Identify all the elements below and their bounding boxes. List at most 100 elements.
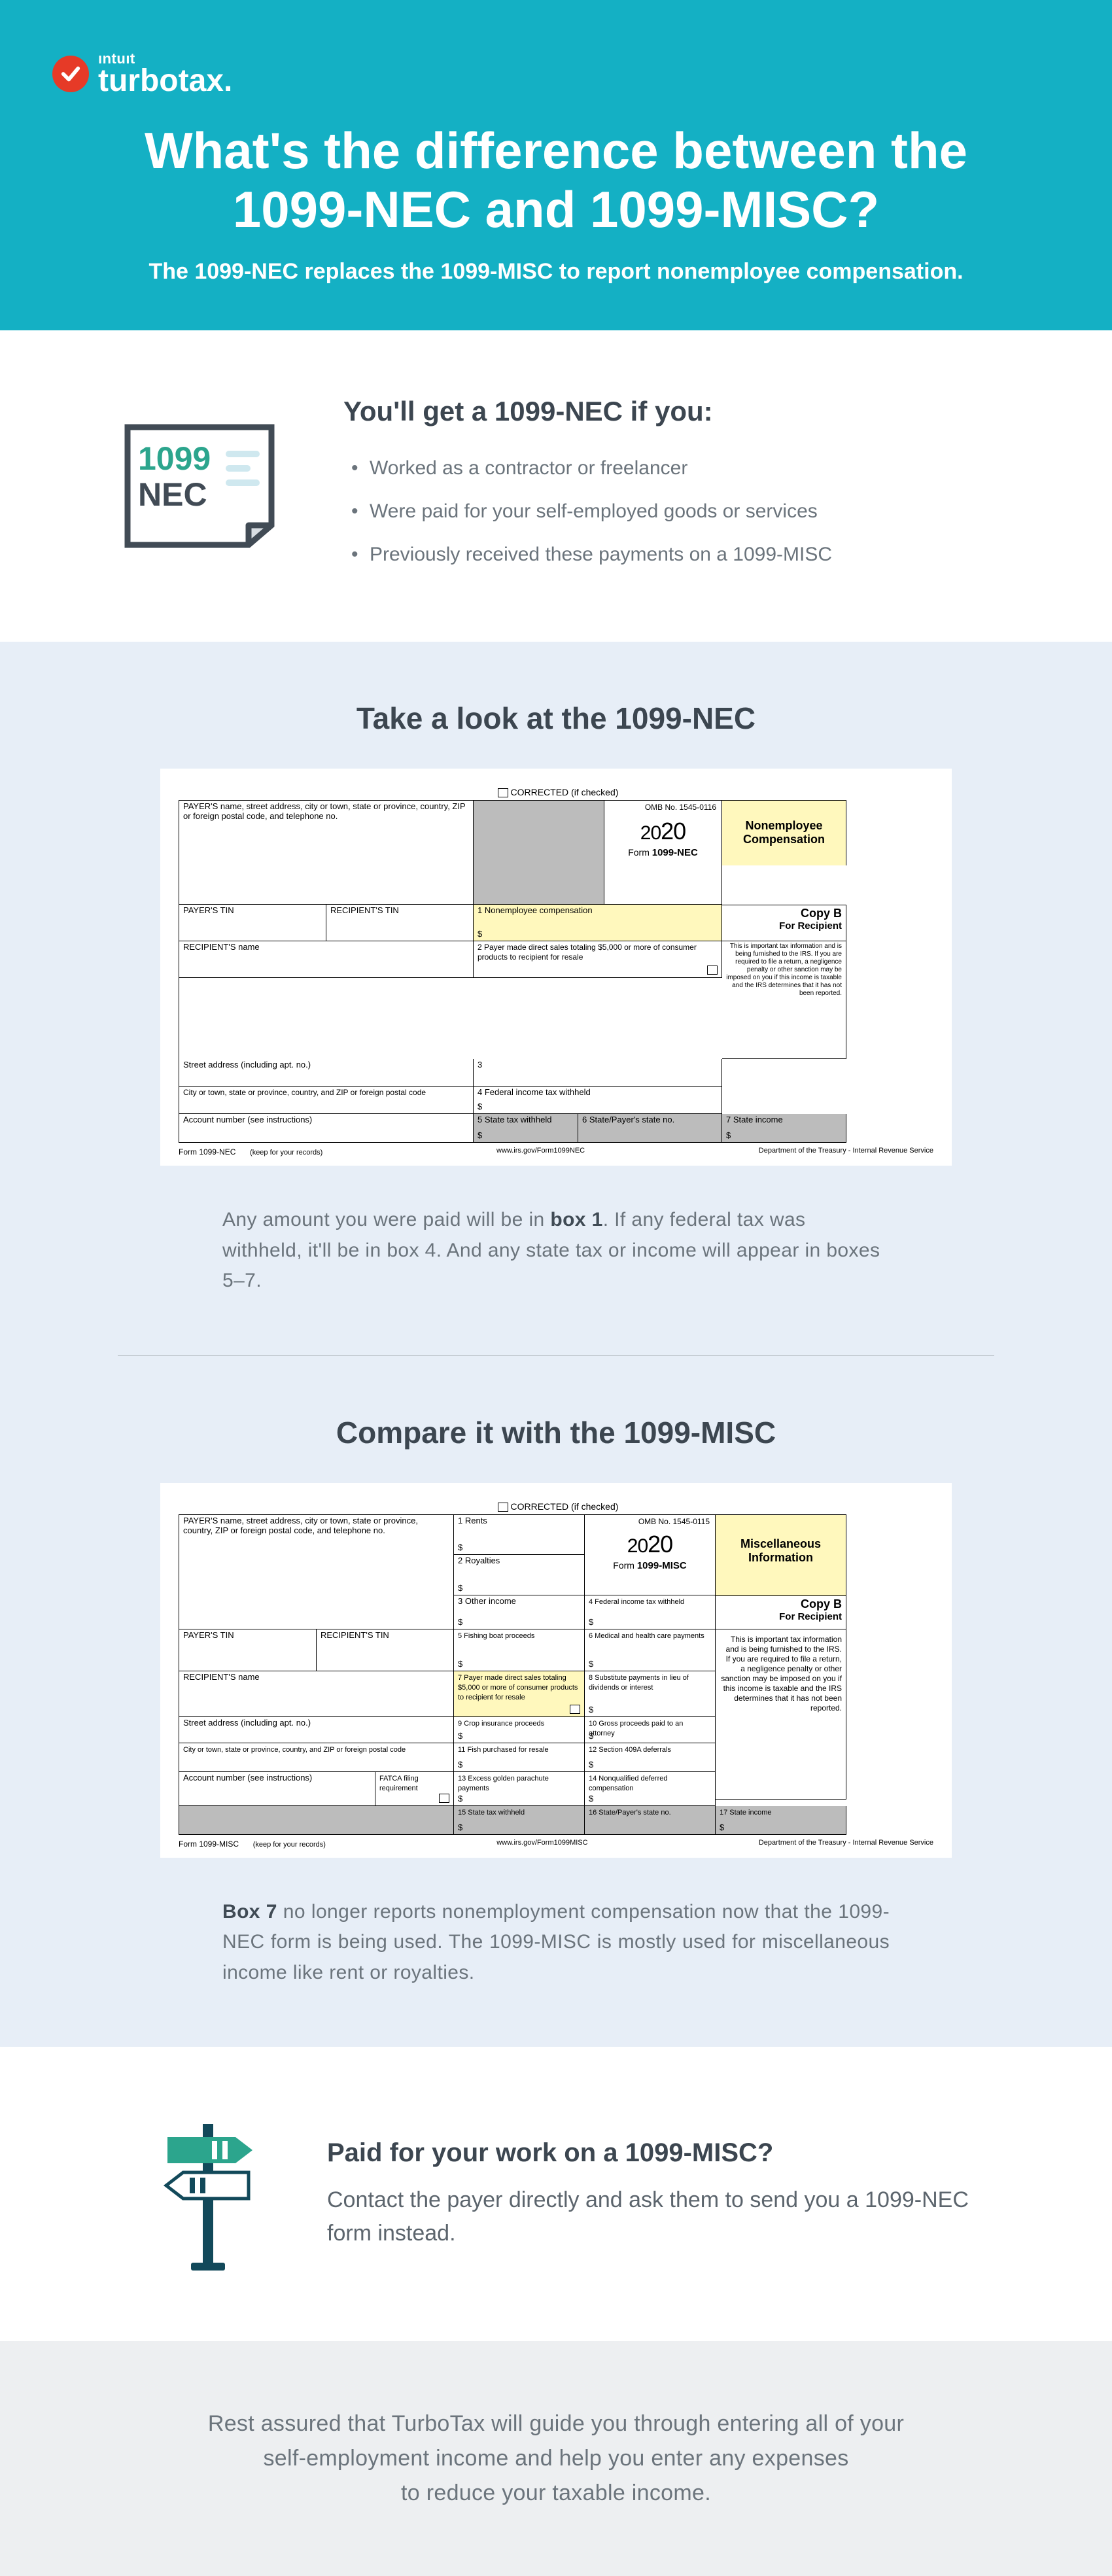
box8-label: 8 Substitute payments in lieu of dividen… [589, 1674, 689, 1692]
dollar: $ [478, 1102, 482, 1112]
footer-dept: Department of the Treasury - Internal Re… [759, 1839, 933, 1849]
box2-label: 2 Payer made direct sales totaling $5,00… [478, 943, 697, 962]
box-1: 1 Rents $ [454, 1514, 585, 1555]
payer-block-label: PAYER'S name, street address, city or to… [183, 1516, 418, 1535]
corrected-text: CORRECTED (if checked) [510, 1501, 618, 1512]
title-line-1: What's the difference between the [145, 122, 967, 179]
box6-label: 6 Medical and health care payments [589, 1632, 704, 1640]
box-16: 16 State/Payer's state no. [585, 1806, 716, 1835]
box4-label: 4 Federal income tax withheld [478, 1087, 591, 1097]
box3-label: 3 Other income [458, 1596, 516, 1606]
street-label: Street address (including apt. no.) [183, 1718, 311, 1728]
box-10: 10 Gross proceeds paid to an attorney$ [585, 1717, 716, 1743]
box-4: 4 Federal income tax withheld $ [585, 1595, 716, 1629]
dollar: $ [458, 1543, 462, 1553]
box2-label: 2 Royalties [458, 1556, 500, 1565]
box11-label: 11 Fish purchased for resale [458, 1746, 549, 1754]
payer-block-label: PAYER'S name, street address, city or to… [183, 801, 465, 821]
footer-url: www.irs.gov/Form1099NEC [496, 1147, 585, 1157]
logo-dot: . [224, 63, 232, 98]
page-subhead: The 1099-NEC replaces the 1099-MISC to r… [39, 259, 1073, 285]
year-b: 20 [648, 1531, 672, 1558]
dollar: $ [458, 1584, 462, 1593]
payer-block: PAYER'S name, street address, city or to… [179, 800, 474, 905]
cap-a: no longer reports nonemployment compensa… [222, 1901, 890, 1983]
payer-block: PAYER'S name, street address, city or to… [179, 1514, 454, 1629]
dollar: $ [589, 1618, 593, 1627]
dollar: $ [458, 1794, 462, 1804]
form-1099-nec: CORRECTED (if checked) PAYER'S name, str… [160, 769, 952, 1166]
box-15: 15 State tax withheld$ [454, 1806, 585, 1835]
box-11: 11 Fish purchased for resale$ [454, 1743, 585, 1772]
dollar: $ [589, 1794, 593, 1804]
rest-text: Rest assured that TurboTax will guide yo… [118, 2407, 994, 2510]
box9-label: 9 Crop insurance proceeds [458, 1720, 544, 1728]
cap-bold: Box 7 [222, 1901, 277, 1923]
city-line: City or town, state or province, country… [179, 1087, 474, 1114]
dollar: $ [478, 930, 482, 939]
nec-form-heading: Take a look at the 1099-NEC [78, 701, 1034, 736]
footer-url: www.irs.gov/Form1099MISC [496, 1839, 587, 1849]
box17-label: 17 State income [720, 1809, 772, 1817]
nec-intro-section: 1099 NEC You'll get a 1099-NEC if you: W… [0, 330, 1112, 642]
nec-intro-text: You'll get a 1099-NEC if you: Worked as … [343, 396, 998, 576]
logo-text: ıntuıt turbotax. [98, 52, 232, 96]
box6-label: 6 State/Payer's state no. [582, 1115, 674, 1124]
dollar: $ [589, 1660, 593, 1669]
checkmark-badge-icon [52, 56, 89, 92]
dollar: $ [589, 1705, 593, 1715]
recipient-tin: RECIPIENT'S TIN [317, 1629, 454, 1671]
acct-label: Account number (see instructions) [183, 1115, 312, 1124]
box3-label: 3 [478, 1060, 482, 1070]
acct-label: Account number (see instructions) [183, 1773, 312, 1783]
cap-bold: box 1 [550, 1209, 602, 1230]
box-2: 2 Payer made direct sales totaling $5,00… [474, 941, 722, 978]
box1-label: 1 Rents [458, 1516, 487, 1525]
copy-b: Copy B [726, 907, 842, 920]
gray-bottom [179, 1806, 454, 1835]
recip-name-label: RECIPIENT'S name [183, 1672, 260, 1682]
box4-label: 4 Federal income tax withheld [589, 1598, 684, 1606]
city-line: City or town, state or province, country… [179, 1743, 454, 1772]
box12-label: 12 Section 409A deferrals [589, 1746, 671, 1754]
form-footer: Form 1099-NEC (keep for your records) ww… [179, 1143, 933, 1157]
box5-label: 5 Fishing boat proceeds [458, 1632, 534, 1640]
dollar: $ [589, 1760, 593, 1770]
box1-label: 1 Nonemployee compensation [478, 905, 593, 915]
for-recipient: For Recipient [720, 1611, 842, 1622]
payer-tin: PAYER'S TIN [179, 905, 326, 941]
payer-tin-label: PAYER'S TIN [183, 1630, 234, 1640]
rest-l1: Rest assured that TurboTax will guide yo… [208, 2411, 904, 2436]
dollar: $ [726, 1131, 731, 1141]
recipient-name: RECIPIENT'S name [179, 941, 474, 978]
box-2: 2 Royalties $ [454, 1555, 585, 1595]
box-13: 13 Excess golden parachute payments $ [454, 1772, 585, 1806]
box-4: 4 Federal income tax withheld $ [474, 1087, 722, 1114]
divider [118, 1355, 994, 1356]
recip-tin-label: RECIPIENT'S TIN [330, 905, 399, 915]
copy-b-cell: Copy B For Recipient [722, 905, 846, 941]
list-item: Previously received these payments on a … [351, 533, 998, 576]
box-8: 8 Substitute payments in lieu of dividen… [585, 1671, 716, 1717]
dollar: $ [589, 1732, 593, 1741]
form-footer: Form 1099-MISC (keep for your records) w… [179, 1835, 933, 1849]
gray-void-box [474, 800, 604, 905]
year-a: 20 [640, 822, 661, 844]
payer-tin: PAYER'S TIN [179, 1629, 317, 1671]
box13-label: 13 Excess golden parachute payments [458, 1775, 549, 1792]
footer-form: Form 1099-MISC [179, 1839, 239, 1849]
misc-caption: Box 7 no longer reports nonemployment co… [196, 1897, 916, 1989]
account-number: Account number (see instructions) [179, 1772, 375, 1806]
box-6: 6 Medical and health care payments $ [585, 1629, 716, 1671]
rest-l2: self-employment income and help you ente… [263, 2446, 848, 2471]
box10-label: 10 Gross proceeds paid to an attorney [589, 1720, 683, 1737]
paid-text: Paid for your work on a 1099-MISC? Conta… [327, 2138, 975, 2250]
svg-text:1099: 1099 [138, 440, 211, 477]
recip-name-label: RECIPIENT'S name [183, 942, 260, 952]
street-address: Street address (including apt. no.) [179, 1059, 474, 1087]
header: ıntuıt turbotax. What's the difference b… [0, 0, 1112, 330]
box16-label: 16 State/Payer's state no. [589, 1809, 671, 1817]
account-number: Account number (see instructions) [179, 1114, 474, 1143]
logo-brand: turbotax [98, 63, 224, 98]
document-1099-icon: 1099 NEC [114, 414, 285, 558]
